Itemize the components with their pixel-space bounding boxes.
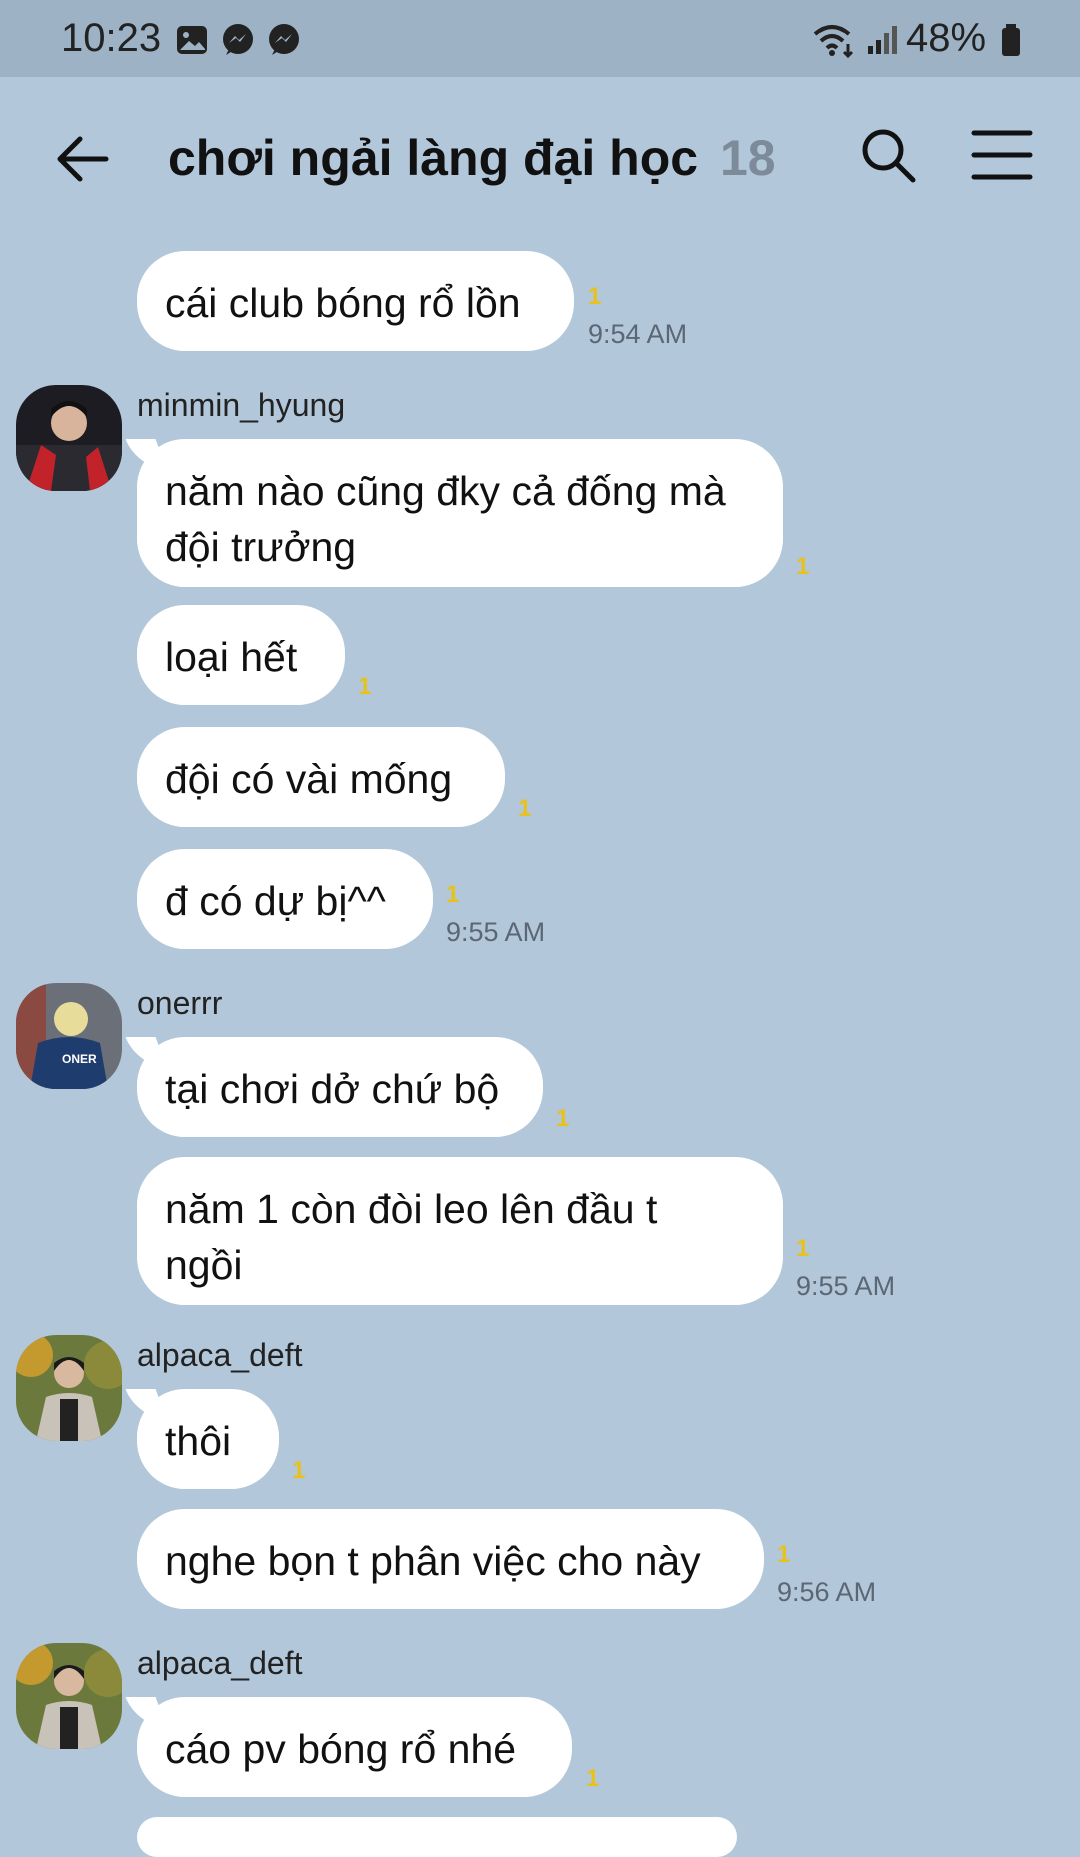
messenger-notification-icon — [269, 24, 299, 55]
avatar-photo — [16, 385, 122, 491]
status-time: 10:23 — [61, 16, 162, 60]
unread-count: 1 — [556, 1105, 570, 1132]
message-bubble[interactable]: đ có dự bị^^ — [137, 849, 433, 949]
battery-percentage: 48% — [906, 16, 987, 60]
search-icon[interactable] — [858, 125, 918, 185]
menu-icon[interactable] — [970, 127, 1034, 183]
avatar[interactable] — [16, 1643, 122, 1749]
wifi-icon — [813, 25, 854, 58]
message-bubble[interactable]: năm 1 còn đòi leo lên đầu t ngồi — [137, 1157, 783, 1305]
message-time: 9:55 AM — [796, 1271, 896, 1301]
avatar-photo: ONER — [16, 983, 122, 1089]
message-bubble[interactable]: loại hết — [137, 605, 345, 705]
message-bubble[interactable]: đội có vài mống — [137, 727, 505, 827]
sender-name: minmin_hyung — [137, 387, 346, 423]
message-bubble[interactable]: cáo pv bóng rổ nhé — [137, 1697, 572, 1797]
unread-count: 1 — [588, 283, 602, 310]
status-bar: 10:23 48% — [0, 0, 1080, 77]
unread-count: 1 — [777, 1541, 791, 1568]
message-bubble[interactable]: tại chơi dở chứ bộ — [137, 1037, 543, 1137]
avatar[interactable] — [16, 385, 122, 491]
message-time: 9:54 AM — [588, 319, 688, 349]
unread-count: 1 — [796, 553, 810, 580]
message-bubble[interactable]: nghe bọn t phân việc cho này — [137, 1509, 764, 1609]
message-time: 9:56 AM — [777, 1577, 877, 1607]
svg-text:ONER: ONER — [62, 1052, 97, 1066]
message-bubble-partial[interactable] — [137, 1817, 737, 1857]
chat-title: chơi ngải làng đại học 18 — [168, 129, 776, 187]
messenger-notification-icon — [223, 24, 253, 55]
unread-count: 1 — [358, 673, 372, 700]
unread-count: 1 — [796, 1235, 810, 1262]
unread-count: 1 — [586, 1765, 600, 1792]
back-arrow-icon[interactable] — [52, 129, 112, 189]
avatar[interactable] — [16, 1335, 122, 1441]
message-bubble[interactable]: cái club bóng rổ lồn — [137, 251, 574, 351]
unread-count: 1 — [292, 1457, 306, 1484]
avatar-photo — [16, 1335, 122, 1441]
unread-count: 1 — [518, 795, 532, 822]
signal-icon — [868, 26, 897, 54]
sender-name: alpaca_deft — [137, 1337, 303, 1373]
member-count: 18 — [719, 130, 776, 186]
sender-name: onerrr — [137, 985, 223, 1021]
message-bubble[interactable]: năm nào cũng đky cả đống mà đội trưởng — [137, 439, 783, 587]
unread-count: 1 — [446, 881, 460, 908]
message-time: 9:55 AM — [446, 917, 546, 947]
chat-header: chơi ngải làng đại học 18 — [0, 77, 1080, 237]
sender-name: alpaca_deft — [137, 1645, 303, 1681]
avatar-photo — [16, 1643, 122, 1749]
gallery-notification-icon — [177, 26, 207, 54]
chat-name: chơi ngải làng đại học — [168, 130, 699, 186]
message-bubble[interactable]: thôi — [137, 1389, 279, 1489]
avatar[interactable]: ONER — [16, 983, 122, 1089]
battery-icon — [1002, 24, 1020, 56]
